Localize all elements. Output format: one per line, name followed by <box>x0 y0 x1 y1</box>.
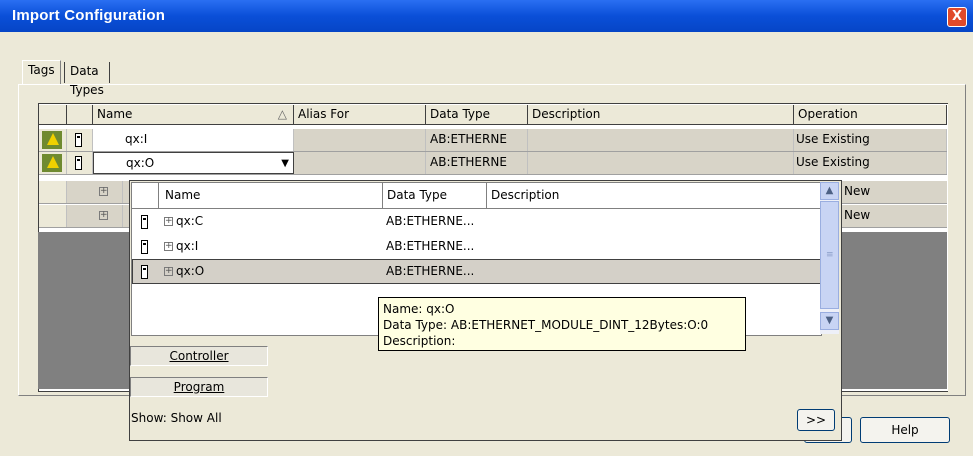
tab-data-types[interactable]: Data Types <box>64 62 110 97</box>
expand-icon[interactable]: + <box>164 210 173 233</box>
data-type-cell[interactable]: AB:ETHERNE <box>426 152 528 174</box>
chevron-down-icon[interactable]: ▼ <box>281 153 289 173</box>
expand-icon[interactable]: + <box>164 235 173 258</box>
popup-column-data-type-label: Data Type <box>387 188 448 202</box>
popup-column-description-label: Description <box>491 188 560 202</box>
row-header <box>39 205 67 227</box>
item-name: qx:I <box>176 239 199 253</box>
tag-name-combo[interactable]: qx:O ▼ <box>93 152 294 174</box>
tooltip-data-type: Data Type: AB:ETHERNET_MODULE_DINT_12Byt… <box>383 318 709 332</box>
popup-column-name-label: Name <box>165 188 201 202</box>
operation-cell[interactable]: Use Existing <box>794 129 947 151</box>
program-scope-button[interactable]: Program <box>130 377 268 397</box>
tag-tooltip: Name: qx:O Data Type: AB:ETHERNET_MODULE… <box>378 297 746 351</box>
vertical-scrollbar[interactable]: ▲ ≡ ▼ <box>820 182 839 334</box>
tab-tags[interactable]: Tags <box>22 60 61 85</box>
tag-type-icon <box>67 129 93 151</box>
list-item-selected[interactable]: + qx:O AB:ETHERNE... <box>132 259 821 284</box>
item-name: qx:C <box>176 214 204 228</box>
popup-column-name[interactable]: Name <box>159 183 383 209</box>
column-header-alias[interactable]: Alias For <box>294 105 426 125</box>
warning-icon <box>42 154 62 172</box>
description-cell[interactable] <box>528 152 794 174</box>
show-filter-label[interactable]: Show: Show All <box>131 411 222 425</box>
expand-icon[interactable]: + <box>93 181 123 203</box>
close-button[interactable]: X <box>947 7 967 27</box>
operation-cell[interactable]: New <box>839 181 899 203</box>
close-icon: X <box>951 9 963 24</box>
column-header-name[interactable]: Name △ <box>93 105 294 125</box>
table-row[interactable]: qx:O ▼ AB:ETHERNE Use Existing <box>39 152 947 175</box>
column-operation-label: Operation <box>798 107 858 121</box>
column-alias-label: Alias For <box>298 107 350 121</box>
controller-scope-button[interactable]: Controller <box>130 346 268 366</box>
grip-icon: ≡ <box>826 250 834 260</box>
data-type-cell[interactable]: AB:ETHERNE <box>426 129 528 151</box>
row-header <box>39 129 67 151</box>
expand-button-label: >> <box>805 413 827 427</box>
item-data-type: AB:ETHERNE... <box>386 239 475 253</box>
controller-label: Controller <box>169 349 229 363</box>
title-bar[interactable]: Import Configuration X <box>0 0 973 32</box>
tooltip-description: Description: <box>383 334 456 348</box>
popup-column-data-type[interactable]: Data Type <box>383 183 487 209</box>
expand-icon[interactable]: + <box>93 205 123 227</box>
operation-cell[interactable]: Use Existing <box>794 152 947 174</box>
tag-icon <box>141 235 148 258</box>
import-configuration-dialog: Import Configuration X Tags Data Types N… <box>0 0 973 456</box>
header-type-col <box>67 105 93 125</box>
tag-icon <box>141 210 148 233</box>
item-data-type: AB:ETHERNE... <box>386 264 475 278</box>
column-header-data-type[interactable]: Data Type <box>426 105 528 125</box>
alias-cell[interactable] <box>294 152 426 174</box>
scroll-thumb[interactable]: ≡ <box>820 201 839 309</box>
tab-tags-label: Tags <box>28 63 55 77</box>
expand-icon[interactable]: + <box>164 260 173 283</box>
help-label: Help <box>891 423 919 437</box>
item-name: qx:O <box>176 264 205 278</box>
row-header <box>39 181 67 203</box>
program-label: Program <box>173 380 225 394</box>
help-button[interactable]: Help <box>860 417 950 443</box>
window-title: Import Configuration <box>12 7 166 24</box>
column-name-label: Name <box>97 107 133 121</box>
alias-cell[interactable] <box>294 129 426 151</box>
column-description-label: Description <box>532 107 601 121</box>
popup-header-icon-col <box>132 183 159 209</box>
sort-ascending-icon: △ <box>277 107 287 121</box>
tag-type-icon <box>67 152 93 174</box>
item-data-type: AB:ETHERNE... <box>386 214 475 228</box>
scroll-up-icon[interactable]: ▲ <box>820 182 839 200</box>
header-icon-col <box>39 105 67 125</box>
column-header-description[interactable]: Description <box>528 105 794 125</box>
popup-column-description[interactable]: Description <box>487 183 821 209</box>
warning-icon <box>42 131 62 149</box>
scroll-down-icon[interactable]: ▼ <box>820 312 839 330</box>
expand-dialog-button[interactable]: >> <box>797 409 835 431</box>
list-item[interactable]: + qx:C AB:ETHERNE... <box>132 210 821 235</box>
tooltip-name: Name: qx:O <box>383 302 455 316</box>
operation-cell[interactable]: New <box>839 205 899 227</box>
tag-name-cell[interactable]: qx:I <box>93 129 294 151</box>
column-header-operation[interactable]: Operation <box>794 105 947 125</box>
column-data-type-label: Data Type <box>430 107 491 121</box>
description-cell[interactable] <box>528 129 794 151</box>
tag-name-value: qx:O <box>126 156 155 170</box>
row-header <box>39 152 67 174</box>
list-item[interactable]: + qx:I AB:ETHERNE... <box>132 235 821 260</box>
tag-icon <box>141 260 148 283</box>
table-row[interactable]: qx:I AB:ETHERNE Use Existing <box>39 129 947 152</box>
